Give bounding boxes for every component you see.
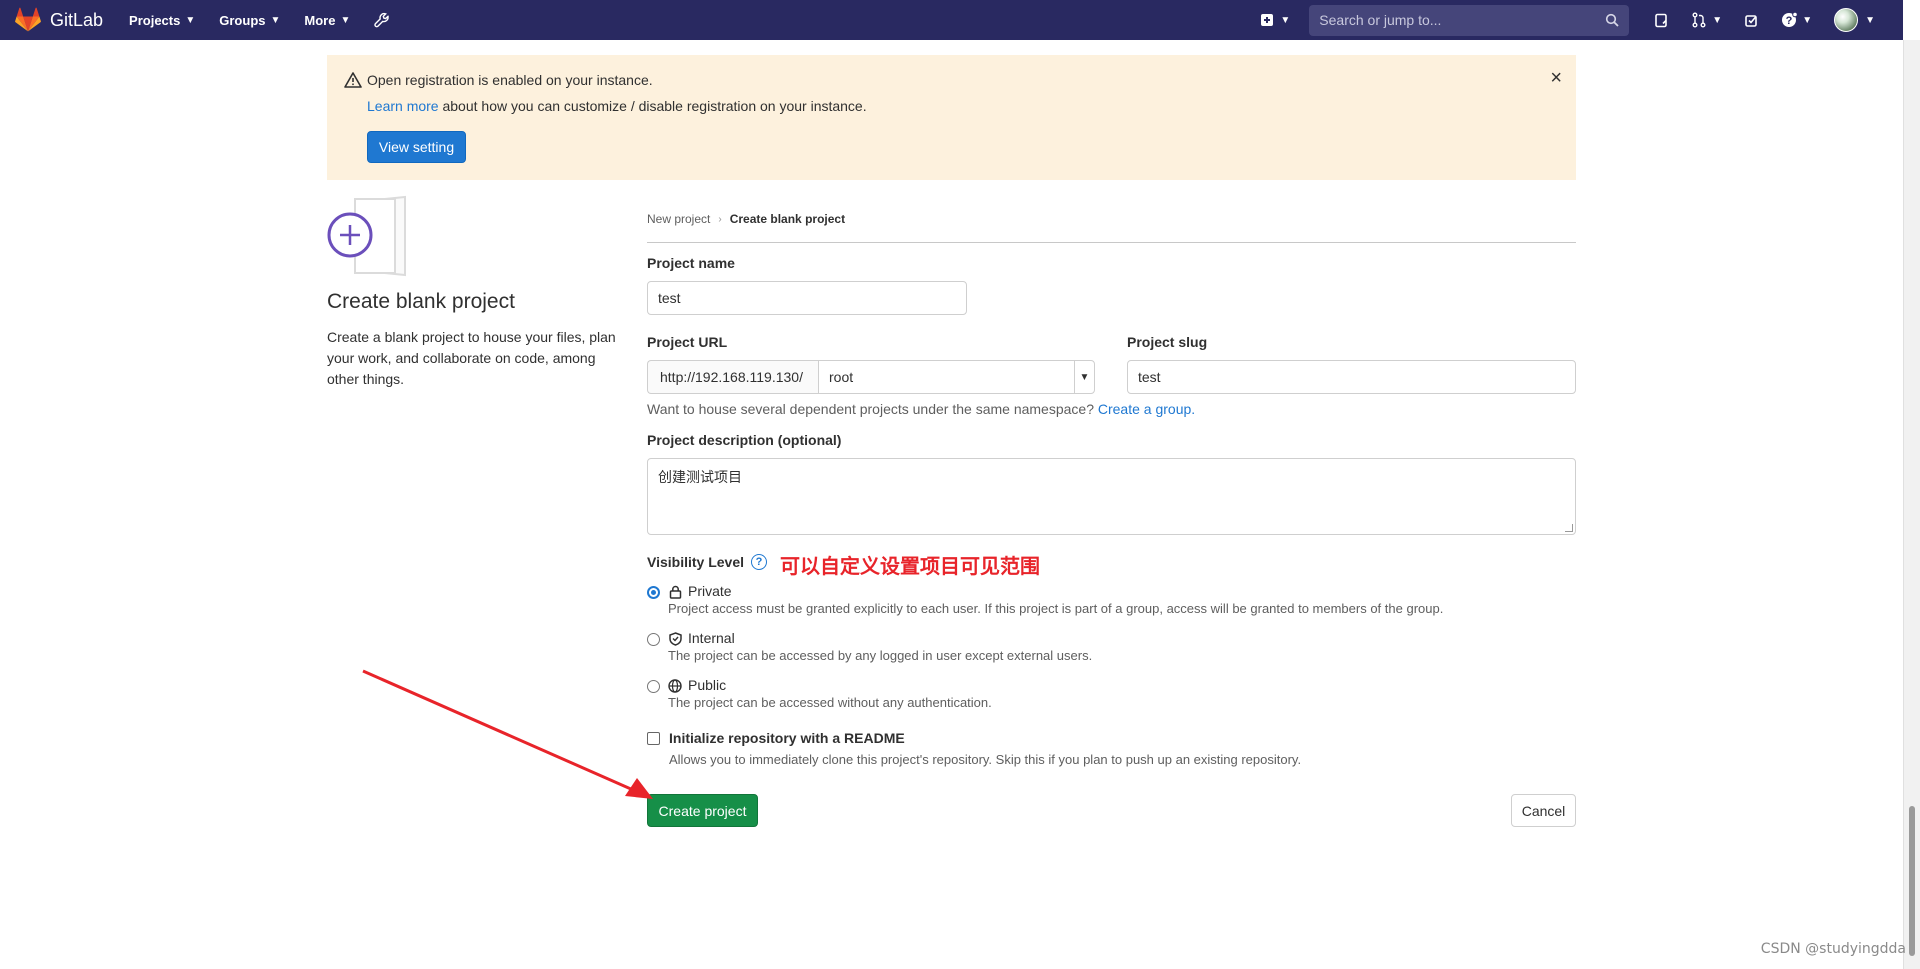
- visibility-public[interactable]: Public The project can be accessed witho…: [647, 677, 992, 710]
- view-setting-button[interactable]: View setting: [367, 131, 466, 163]
- warning-icon: [344, 72, 362, 88]
- watermark: CSDN @studyingdda: [1760, 941, 1906, 957]
- search-icon: [1606, 13, 1619, 27]
- gitlab-tanuki-icon: [15, 7, 41, 32]
- registration-alert: Open registration is enabled on your ins…: [327, 55, 1576, 180]
- blank-project-illustration: [327, 195, 406, 277]
- internal-title: Internal: [688, 630, 735, 646]
- search-input[interactable]: Search or jump to...: [1309, 4, 1630, 36]
- divider: [647, 242, 1576, 243]
- visibility-level-text: Visibility Level: [647, 554, 745, 570]
- visibility-level-label: Visibility Level ?: [647, 554, 768, 570]
- description-value: 创建测试项目: [658, 470, 742, 486]
- nav-projects-label: Projects: [129, 12, 181, 28]
- chevron-down-icon[interactable]: ▼: [1074, 361, 1094, 393]
- project-description-textarea[interactable]: 创建测试项目: [647, 458, 1576, 535]
- description-label: Project description (optional): [647, 432, 842, 448]
- alert-text-body: about how you can customize / disable re…: [438, 98, 867, 114]
- chevron-right-icon: ›: [718, 213, 722, 225]
- project-slug-input[interactable]: test: [1127, 360, 1576, 394]
- project-name-input[interactable]: test: [647, 281, 967, 315]
- namespace-help-text: Want to house several dependent projects…: [647, 401, 1195, 417]
- brand-name: GitLab: [50, 9, 104, 30]
- nav-groups[interactable]: Groups ▼: [219, 13, 280, 28]
- search-placeholder: Search or jump to...: [1319, 12, 1442, 28]
- create-group-link[interactable]: Create a group.: [1098, 401, 1195, 417]
- url-prefix: http://192.168.119.130/: [647, 360, 818, 394]
- chevron-down-icon: ▼: [185, 14, 196, 26]
- globe-icon: [668, 678, 682, 693]
- chevron-down-icon: ▼: [1865, 14, 1875, 26]
- namespace-help-body: Want to house several dependent projects…: [647, 401, 1098, 417]
- todos-icon[interactable]: [1733, 0, 1770, 40]
- chevron-down-icon: ▼: [1712, 14, 1723, 26]
- alert-text: Learn more about how you can customize /…: [367, 98, 867, 114]
- internal-description: The project can be accessed by any logge…: [668, 648, 1093, 663]
- project-slug-label: Project slug: [1127, 334, 1208, 350]
- initialize-readme-option[interactable]: Initialize repository with a README Allo…: [647, 730, 1301, 767]
- cancel-button[interactable]: Cancel: [1511, 794, 1576, 827]
- svg-text:?: ?: [1786, 15, 1793, 27]
- help-question-icon[interactable]: ?: [751, 554, 768, 570]
- page-title: Create blank project: [327, 290, 515, 313]
- nav-projects[interactable]: Projects ▼: [129, 13, 195, 28]
- project-name-label: Project name: [647, 255, 735, 271]
- nav-more[interactable]: More ▼: [304, 13, 350, 28]
- radio-private[interactable]: [647, 586, 660, 599]
- private-description: Project access must be granted explicitl…: [668, 601, 1444, 616]
- help-icon[interactable]: ? ▼: [1770, 0, 1823, 40]
- project-url-group: http://192.168.119.130/ root ▼: [647, 360, 1095, 394]
- public-description: The project can be accessed without any …: [668, 695, 992, 710]
- chevron-down-icon: ▼: [1280, 14, 1291, 26]
- breadcrumb: New project › Create blank project: [647, 212, 845, 226]
- readme-label: Initialize repository with a README: [669, 730, 905, 746]
- page-scrollbar[interactable]: [1903, 40, 1920, 969]
- new-dropdown-plus-icon[interactable]: ▼: [1249, 0, 1301, 40]
- namespace-value: root: [829, 369, 854, 385]
- gitlab-logo[interactable]: GitLab: [14, 6, 103, 34]
- page-description: Create a blank project to house your fil…: [327, 329, 616, 387]
- project-slug-value: test: [1138, 369, 1161, 385]
- visibility-internal[interactable]: Internal The project can be accessed by …: [647, 630, 1092, 663]
- shield-icon: [668, 631, 682, 646]
- public-title: Public: [688, 677, 727, 693]
- merge-requests-icon[interactable]: ▼: [1680, 0, 1733, 40]
- project-url-label: Project URL: [647, 334, 728, 350]
- lock-icon: [668, 585, 682, 599]
- learn-more-link[interactable]: Learn more: [367, 98, 439, 114]
- top-navbar: GitLab Projects ▼ Groups ▼ More ▼ ▼ Sear…: [0, 0, 1903, 40]
- breadcrumb-new-project[interactable]: New project: [647, 212, 710, 226]
- breadcrumb-create-blank-project[interactable]: Create blank project: [730, 212, 845, 226]
- private-title: Private: [688, 583, 732, 599]
- alert-title: Open registration is enabled on your ins…: [367, 72, 653, 88]
- visibility-private[interactable]: Private Project access must be granted e…: [647, 583, 1443, 616]
- chevron-down-icon: ▼: [270, 14, 281, 26]
- close-icon[interactable]: ×: [1550, 67, 1562, 90]
- resize-handle[interactable]: [1565, 524, 1573, 532]
- chevron-down-icon: ▼: [340, 14, 351, 26]
- admin-area-wrench-icon[interactable]: [374, 12, 390, 28]
- avatar: [1834, 8, 1859, 32]
- annotation-text: 可以自定义设置项目可见范围: [780, 554, 1040, 578]
- nav-groups-label: Groups: [219, 12, 266, 28]
- radio-internal[interactable]: [647, 633, 660, 646]
- project-name-value: test: [658, 290, 681, 306]
- readme-description: Allows you to immediately clone this pro…: [669, 752, 1302, 767]
- user-menu[interactable]: ▼: [1823, 0, 1903, 40]
- scrollbar-thumb[interactable]: [1909, 806, 1915, 956]
- chevron-down-icon: ▼: [1802, 14, 1813, 26]
- namespace-select[interactable]: root ▼: [818, 360, 1095, 394]
- issues-icon[interactable]: [1643, 0, 1680, 40]
- nav-more-label: More: [304, 12, 336, 28]
- annotation-arrow-icon: [362, 669, 653, 799]
